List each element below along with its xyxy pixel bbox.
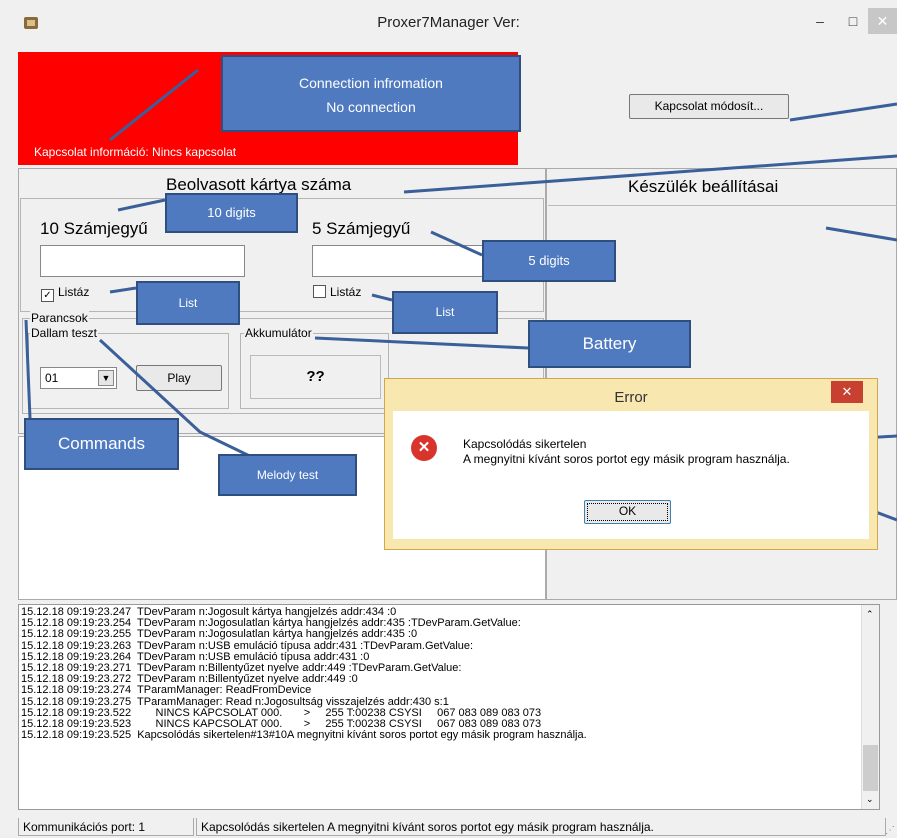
error-dialog-title: Error [614, 389, 648, 406]
callout-battery: Battery [528, 320, 691, 368]
settings-divider [548, 205, 897, 206]
log-box[interactable]: 15.12.18 09:19:23.247 TDevParam n:Jogosu… [18, 604, 880, 810]
error-icon: ✕ [411, 435, 437, 461]
battery-group-label: Akkumulátor [244, 326, 313, 340]
status-bar: Kommunikációs port: 1 Kapcsolódás sikert… [18, 818, 897, 838]
modify-connection-button[interactable]: Kapcsolat módosít... [629, 94, 789, 119]
callout-connection-line-2: No connection [326, 99, 416, 115]
status-message: Kapcsolódás sikertelen A megnyitni kíván… [196, 818, 886, 836]
log-line: 15.12.18 09:19:23.255 TDevParam n:Jogosu… [21, 628, 418, 641]
callout-connection-info: Connection infromation No connection [221, 55, 521, 132]
chevron-down-icon: ▼ [98, 370, 114, 386]
error-message-line-1: Kapcsolódás sikertelen [463, 437, 587, 451]
list-checkbox-2-label: Listáz [330, 285, 362, 299]
maximize-button[interactable]: □ [838, 8, 868, 34]
resize-grip-icon[interactable]: ⋰ [885, 825, 895, 836]
log-line: 15.12.18 09:19:23.274 TParamManager: Rea… [21, 684, 312, 697]
connection-label: Kapcsolat információ: Nincs kapcsolat [34, 145, 237, 159]
commands-group-label: Parancsok [30, 311, 89, 325]
callout-melody: Melody test [218, 454, 357, 496]
scroll-thumb[interactable] [863, 745, 878, 791]
ok-button[interactable]: OK [584, 500, 671, 524]
card-panel-title: Beolvasott kártya száma [166, 175, 352, 194]
main-window: Proxer7Manager Ver: – □ ✕ Kapcsolat info… [0, 0, 897, 838]
callout-connection-line-1: Connection infromation [299, 75, 443, 91]
checkbox-check-icon: ✓ [41, 289, 54, 302]
minimize-button[interactable]: – [805, 8, 835, 34]
log-scrollbar[interactable]: ⌃ ⌄ [861, 605, 879, 809]
scroll-down-icon[interactable]: ⌄ [866, 794, 874, 805]
callout-commands: Commands [24, 418, 179, 470]
title-bar: Proxer7Manager Ver: – □ ✕ [0, 0, 897, 44]
callout-ten-digits: 10 digits [165, 193, 298, 233]
close-icon: ✕ [876, 13, 889, 29]
error-dialog: Error ✕ ✕ Kapcsolódás sikertelen A megny… [384, 378, 878, 550]
melody-select-value: 01 [45, 371, 59, 385]
status-port: Kommunikációs port: 1 [18, 818, 194, 836]
close-button[interactable]: ✕ [868, 8, 897, 34]
ten-digit-field[interactable] [40, 245, 245, 277]
close-icon: ✕ [841, 384, 853, 399]
callout-list-2: List [392, 291, 498, 334]
window-title: Proxer7Manager Ver: [377, 14, 520, 31]
melody-select[interactable]: 01 ▼ [40, 367, 117, 389]
log-lines: 15.12.18 09:19:23.247 TDevParam n:Jogosu… [19, 605, 879, 741]
list-checkbox-1-label: Listáz [58, 285, 90, 299]
melody-group-label: Dallam teszt [30, 326, 99, 340]
callout-list-1: List [136, 281, 240, 325]
device-settings-title: Készülék beállításai [628, 177, 779, 196]
list-checkbox-1[interactable]: ✓ Listáz [41, 285, 89, 302]
list-checkbox-2[interactable]: Listáz [313, 285, 361, 299]
play-button[interactable]: Play [136, 365, 222, 391]
log-line: 15.12.18 09:19:23.525 Kapcsolódás sikert… [21, 729, 587, 742]
battery-value: ?? [250, 355, 381, 399]
error-message-line-2: A megnyitni kívánt soros portot egy mási… [463, 452, 790, 466]
scroll-up-icon[interactable]: ⌃ [866, 609, 874, 620]
callout-five-digits: 5 digits [482, 240, 616, 282]
checkbox-empty-icon [313, 285, 326, 298]
ten-digit-label: 10 Számjegyű [40, 219, 148, 238]
five-digit-label: 5 Számjegyű [312, 219, 411, 238]
error-dialog-close-button[interactable]: ✕ [831, 381, 863, 403]
error-message: Kapcsolódás sikertelen A megnyitni kíván… [463, 437, 790, 467]
